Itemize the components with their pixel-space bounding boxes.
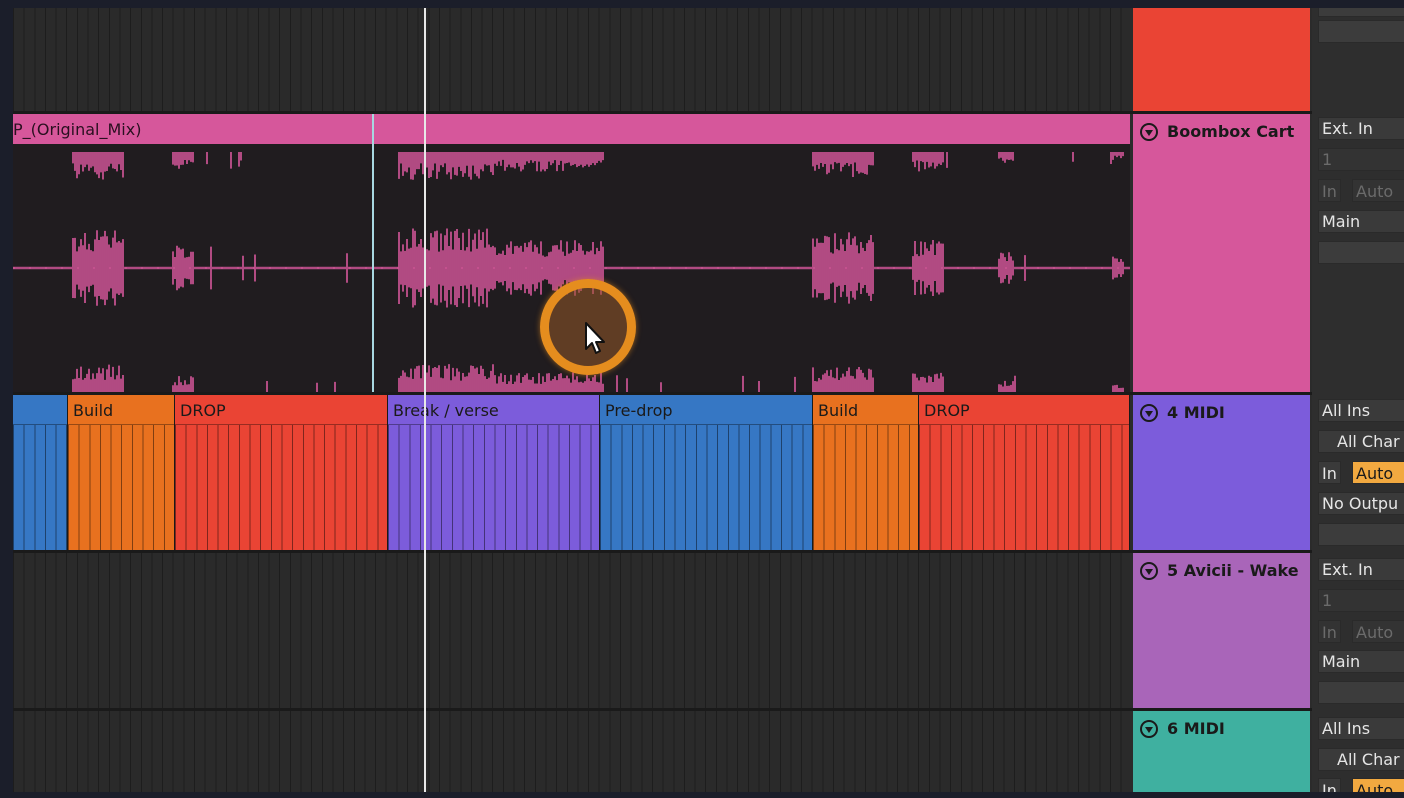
fold-triangle-icon[interactable] xyxy=(1140,719,1158,738)
section-label-bar[interactable]: Build xyxy=(68,395,174,425)
arrangement-sections-lane[interactable]: Build DROP Break / verse Pre-drop Build DROP xyxy=(13,395,1130,550)
track-name: 6 MIDI xyxy=(1167,719,1225,738)
section-body xyxy=(13,425,67,550)
audio-track-header[interactable]: Boombox Cart xyxy=(1133,114,1310,392)
fold-triangle-icon[interactable] xyxy=(1140,403,1158,422)
output-channel-select[interactable] xyxy=(1318,523,1404,546)
section-label: Break / verse xyxy=(393,401,499,420)
section-label-bar[interactable]: Break / verse xyxy=(388,395,599,425)
track-name: 4 MIDI xyxy=(1167,403,1225,422)
playhead[interactable] xyxy=(424,8,426,792)
output-select[interactable]: No Outpu xyxy=(1318,492,1404,515)
input-type-select[interactable]: Ext. In xyxy=(1318,117,1404,140)
audio-clip-title-bar[interactable]: P_(Original_Mix) xyxy=(13,114,1130,144)
fold-triangle-icon[interactable] xyxy=(1140,122,1158,141)
monitor-in-button[interactable]: In xyxy=(1318,179,1341,202)
track-6-lane[interactable] xyxy=(13,711,1130,792)
section-body xyxy=(388,425,599,550)
track-6-header[interactable]: 6 MIDI xyxy=(1133,711,1310,792)
io-section: Ext. In 1 In Auto Main All Ins All Char … xyxy=(1312,8,1404,792)
input-type-select[interactable]: All Ins xyxy=(1318,717,1404,740)
input-channel-select[interactable]: 1 xyxy=(1318,148,1404,171)
track-name: 5 Avicii - Wake xyxy=(1167,561,1299,580)
output-select[interactable]: Main xyxy=(1318,210,1404,233)
section-body xyxy=(600,425,812,550)
monitor-auto-button[interactable]: Auto xyxy=(1352,179,1404,202)
output-channel-select[interactable] xyxy=(1318,241,1404,264)
section-body xyxy=(175,425,387,550)
section-label: Build xyxy=(73,401,114,420)
arrangement-section[interactable]: Pre-drop xyxy=(600,395,813,550)
top-track-lane[interactable] xyxy=(13,8,1130,111)
track-5-lane[interactable] xyxy=(13,553,1130,708)
top-track-header[interactable] xyxy=(1133,8,1310,111)
section-label-bar[interactable]: DROP xyxy=(919,395,1129,425)
monitor-in-button[interactable]: In xyxy=(1318,778,1341,792)
section-label-bar[interactable]: DROP xyxy=(175,395,387,425)
output-channel-select[interactable] xyxy=(1318,681,1404,704)
output-select[interactable]: Main xyxy=(1318,650,1404,673)
monitor-auto-button[interactable]: Auto xyxy=(1352,778,1404,792)
section-label-bar[interactable]: Build xyxy=(813,395,918,425)
input-channel-select[interactable]: All Char xyxy=(1318,430,1404,453)
top-track-io-box[interactable] xyxy=(1318,20,1404,43)
top-track-io-box[interactable] xyxy=(1318,8,1404,17)
arrangement-section[interactable]: Build xyxy=(813,395,919,550)
monitor-auto-button[interactable]: Auto xyxy=(1352,620,1404,643)
section-label: DROP xyxy=(924,401,970,420)
arrangement-section[interactable]: DROP xyxy=(175,395,388,550)
mouse-pointer-icon xyxy=(585,322,605,354)
monitor-in-button[interactable]: In xyxy=(1318,461,1341,484)
input-type-select[interactable]: All Ins xyxy=(1318,399,1404,422)
midi-track-4-header[interactable]: 4 MIDI xyxy=(1133,395,1310,550)
arrangement-section[interactable]: Break / verse xyxy=(388,395,600,550)
section-label: Pre-drop xyxy=(605,401,673,420)
input-type-select[interactable]: Ext. In xyxy=(1318,558,1404,581)
audio-clip-name: P_(Original_Mix) xyxy=(13,120,142,139)
fold-triangle-icon[interactable] xyxy=(1140,561,1158,580)
arrangement-section[interactable]: DROP xyxy=(919,395,1130,550)
section-label-bar[interactable]: Pre-drop xyxy=(600,395,812,425)
section-label: Build xyxy=(818,401,859,420)
section-body xyxy=(813,425,918,550)
arrangement-view: P_(Original_Mix) Boombox Cart Build DROP B… xyxy=(13,8,1404,792)
section-label: DROP xyxy=(180,401,226,420)
section-label-bar[interactable] xyxy=(13,395,67,425)
arrangement-section[interactable]: Build xyxy=(68,395,175,550)
loop-marker[interactable] xyxy=(372,114,374,392)
input-channel-select[interactable]: 1 xyxy=(1318,589,1404,612)
monitor-in-button[interactable]: In xyxy=(1318,620,1341,643)
monitor-auto-button[interactable]: Auto xyxy=(1352,461,1404,484)
track-name: Boombox Cart xyxy=(1167,122,1295,141)
input-channel-select[interactable]: All Char xyxy=(1318,748,1404,771)
arrangement-section[interactable] xyxy=(13,395,68,550)
section-body xyxy=(919,425,1129,550)
track-5-header[interactable]: 5 Avicii - Wake xyxy=(1133,553,1310,708)
section-body xyxy=(68,425,174,550)
